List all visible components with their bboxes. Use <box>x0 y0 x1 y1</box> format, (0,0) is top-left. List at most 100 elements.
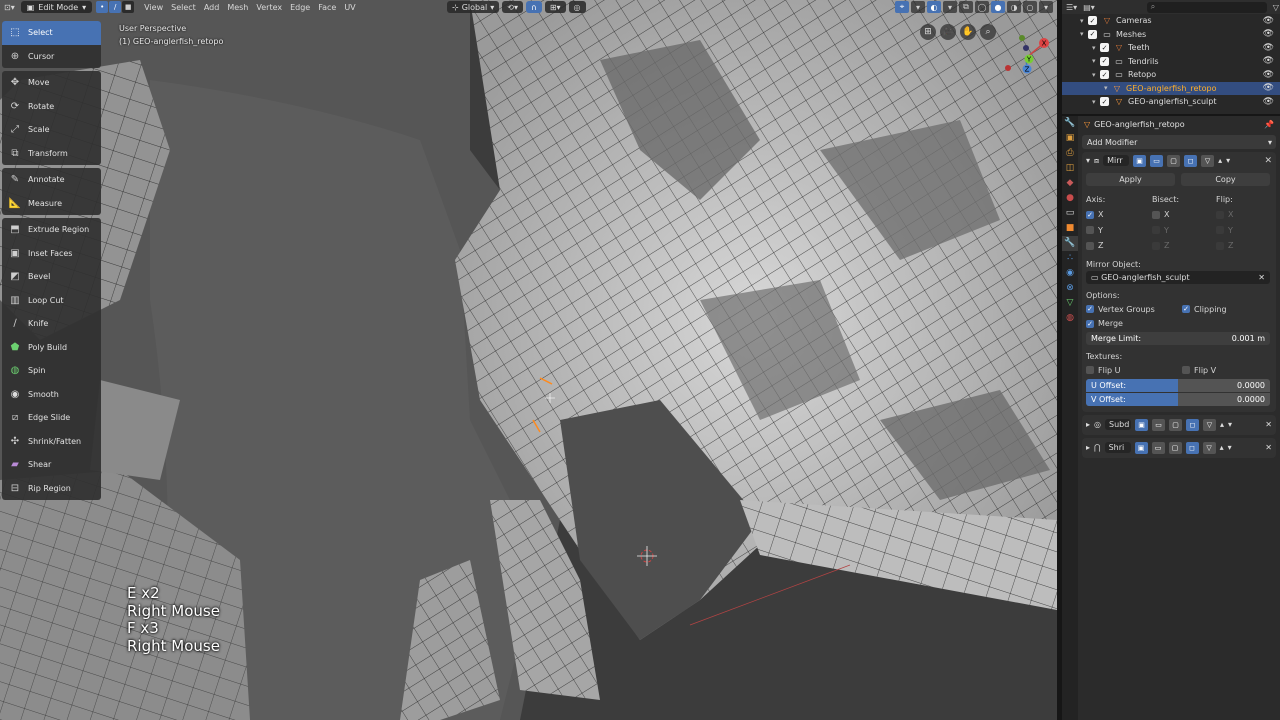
outliner-editor-icon[interactable]: ☰▾ <box>1066 3 1077 12</box>
merge-checkbox[interactable]: ✓ <box>1086 319 1094 328</box>
physics-tab-icon[interactable]: ◉ <box>1062 266 1078 281</box>
move-up-icon[interactable]: ▴ <box>1220 443 1224 452</box>
menu-mesh[interactable]: Mesh <box>223 0 252 14</box>
menu-vertex[interactable]: Vertex <box>252 0 286 14</box>
vertex-data-icon[interactable]: ▽ <box>1202 441 1216 454</box>
include-checkbox[interactable]: ✓ <box>1100 43 1109 53</box>
disclosure-icon[interactable]: ▾ <box>1080 30 1088 38</box>
rendered-shading-icon[interactable]: ○ <box>1023 1 1037 13</box>
view-layer-tab-icon[interactable]: ◫ <box>1062 161 1078 176</box>
realtime-toggle-icon[interactable]: ▭ <box>1150 154 1164 167</box>
clipping-checkbox[interactable]: ✓ <box>1182 305 1190 314</box>
xray-icon[interactable]: ⧉ <box>959 1 973 13</box>
snap-dropdown[interactable]: ⊞▾ <box>544 1 566 13</box>
tool-edge-slide[interactable]: ⧄ Edge Slide <box>2 406 101 430</box>
tool-smooth[interactable]: ◉ Smooth <box>2 383 101 407</box>
flip-u-checkbox[interactable] <box>1086 366 1094 375</box>
tool-move[interactable]: ✥ Move <box>2 71 101 95</box>
mode-dropdown[interactable]: ▣ Edit Mode ▾ <box>20 1 93 13</box>
move-down-icon[interactable]: ▾ <box>1228 443 1232 452</box>
outliner-item[interactable]: ▾ ✓ ▽ Cameras 👁 <box>1062 14 1280 28</box>
data-tab-icon[interactable]: ▽ <box>1062 296 1078 311</box>
display-mode-icon[interactable]: ▤▾ <box>1083 3 1095 12</box>
axis-x-checkbox[interactable]: ✓ <box>1086 210 1094 219</box>
disclosure-icon[interactable]: ▾ <box>1092 57 1100 65</box>
visibility-eye-icon[interactable]: 👁 <box>1263 16 1274 26</box>
editor-type-button[interactable]: ⊡▾ <box>0 0 19 14</box>
solid-shading-icon[interactable]: ● <box>991 1 1005 13</box>
gizmo-neg-y-axis[interactable] <box>1019 35 1025 41</box>
snap-toggle[interactable]: ∩ <box>525 1 542 13</box>
move-down-icon[interactable]: ▾ <box>1226 156 1230 165</box>
vertex-data-icon[interactable]: ▽ <box>1203 418 1216 431</box>
tool-spin[interactable]: ◍ Spin <box>2 359 101 383</box>
clear-icon[interactable]: ✕ <box>1258 273 1265 282</box>
include-checkbox[interactable]: ✓ <box>1088 16 1097 26</box>
realtime-toggle-icon[interactable]: ▭ <box>1152 418 1165 431</box>
gizmo-neg-x-axis[interactable] <box>1005 65 1011 71</box>
edit-mode-toggle-icon[interactable]: ▣ <box>1135 418 1148 431</box>
modifier-name-field[interactable]: Mirr <box>1103 155 1130 166</box>
wireframe-shading-icon[interactable]: ◯ <box>975 1 989 13</box>
cage-toggle-icon[interactable]: ◻ <box>1186 418 1199 431</box>
output-tab-icon[interactable]: ⎙ <box>1062 146 1078 161</box>
visibility-eye-icon[interactable]: 👁 <box>1263 43 1274 53</box>
flip-z-checkbox[interactable] <box>1216 241 1224 250</box>
shading-dropdown-icon[interactable]: ▾ <box>1039 1 1053 13</box>
disclosure-icon[interactable]: ▾ <box>1092 98 1100 106</box>
pan-hand-icon[interactable]: ✋ <box>960 24 976 40</box>
pivot-dropdown[interactable]: ⟲▾ <box>502 1 523 13</box>
axis-y-checkbox[interactable] <box>1086 226 1094 235</box>
vertex-groups-checkbox[interactable]: ✓ <box>1086 305 1094 314</box>
close-icon[interactable]: ✕ <box>1265 443 1272 452</box>
visibility-eye-icon[interactable]: 👁 <box>1263 97 1274 107</box>
edit-mode-toggle-icon[interactable]: ▣ <box>1134 441 1148 454</box>
render-toggle-icon[interactable]: ▢ <box>1167 154 1181 167</box>
tool-rip-region[interactable]: ⊟ Rip Region <box>2 477 101 501</box>
tool-knife[interactable]: ∕ Knife <box>2 312 101 336</box>
cage-toggle-icon[interactable]: ◻ <box>1185 441 1199 454</box>
render-tab-icon[interactable]: ▣ <box>1062 131 1078 146</box>
include-checkbox[interactable]: ✓ <box>1088 29 1097 39</box>
grid-view-icon[interactable]: ⊞ <box>920 24 936 40</box>
chevron-right-icon[interactable]: ▸ <box>1086 443 1090 452</box>
tool-tab-icon[interactable]: 🔧 <box>1062 116 1078 131</box>
add-modifier-button[interactable]: Add Modifier ▾ <box>1082 135 1276 149</box>
zoom-icon[interactable]: ⌕ <box>980 24 996 40</box>
copy-button[interactable]: Copy <box>1181 173 1270 186</box>
outliner-item[interactable]: ▾ ✓ ▽ Teeth 👁 <box>1062 41 1280 55</box>
outliner-item[interactable]: ▾ ▽ GEO-anglerfish_retopo 👁 <box>1062 81 1280 95</box>
tool-shrink-fatten[interactable]: ✣ Shrink/Fatten <box>2 430 101 454</box>
disclosure-icon[interactable]: ▾ <box>1092 71 1100 79</box>
axis-z-checkbox[interactable] <box>1086 241 1094 250</box>
menu-uv[interactable]: UV <box>340 0 359 14</box>
chevron-down-icon[interactable]: ▾ <box>1086 156 1090 165</box>
outliner-item[interactable]: ▾ ✓ ▽ GEO-anglerfish_sculpt 👁 <box>1062 95 1280 109</box>
v-offset-slider[interactable]: V Offset: 0.0000 <box>1086 392 1270 406</box>
tool-inset-faces[interactable]: ▣ Inset Faces <box>2 242 101 266</box>
vertex-data-icon[interactable]: ▽ <box>1201 154 1215 167</box>
menu-view[interactable]: View <box>140 0 167 14</box>
outliner-item[interactable]: ▾ ✓ ▭ Meshes 👁 <box>1062 28 1280 42</box>
camera-view-icon[interactable]: 🎥 <box>940 24 956 40</box>
tool-shear[interactable]: ▰ Shear <box>2 453 101 477</box>
object-tab-icon[interactable]: ■ <box>1062 221 1078 236</box>
move-up-icon[interactable]: ▴ <box>1220 420 1224 429</box>
world-tab-icon[interactable]: ● <box>1062 191 1078 206</box>
include-checkbox[interactable]: ✓ <box>1100 56 1109 66</box>
edit-mode-toggle-icon[interactable]: ▣ <box>1133 154 1147 167</box>
render-toggle-icon[interactable]: ▢ <box>1168 441 1182 454</box>
visibility-eye-icon[interactable]: 👁 <box>1263 83 1274 93</box>
scene-tab-icon[interactable]: ◆ <box>1062 176 1078 191</box>
3d-viewport[interactable]: ⊡▾ ▣ Edit Mode ▾ • / ■ View Select Add M… <box>0 0 1057 720</box>
modifier-name-field[interactable]: Shri <box>1104 442 1131 453</box>
menu-edge[interactable]: Edge <box>286 0 314 14</box>
overlays-icon[interactable]: ◐ <box>927 1 941 13</box>
modifier-name-field[interactable]: Subd <box>1105 419 1131 430</box>
filter-icon[interactable]: ▽ <box>1273 3 1279 12</box>
proportional-edit-toggle[interactable]: ◎ <box>568 1 586 13</box>
outliner-item[interactable]: ▾ ✓ ▭ Tendrils 👁 <box>1062 55 1280 69</box>
tool-measure[interactable]: 📐 Measure <box>2 192 101 216</box>
visibility-eye-icon[interactable]: 👁 <box>1263 70 1274 80</box>
render-toggle-icon[interactable]: ▢ <box>1169 418 1182 431</box>
